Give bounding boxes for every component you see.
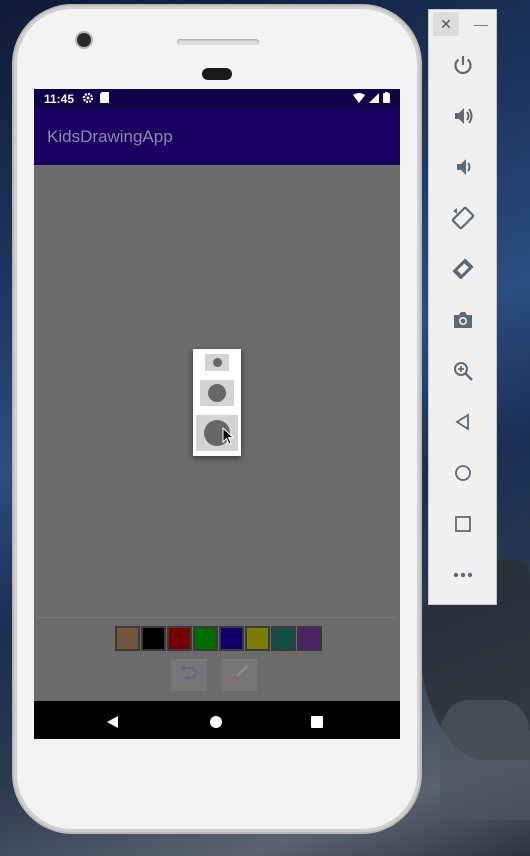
nav-back-icon[interactable] (107, 716, 118, 728)
undo-icon (178, 662, 200, 689)
camera-icon[interactable] (446, 303, 480, 337)
brush-button[interactable] (221, 659, 257, 691)
nav-home-icon[interactable] (210, 716, 222, 728)
phone-speaker (177, 39, 259, 45)
color-swatch[interactable] (271, 626, 296, 651)
background-rock (440, 700, 530, 820)
close-icon[interactable]: ✕ (433, 12, 459, 36)
divider (36, 617, 396, 618)
color-swatch[interactable] (141, 626, 166, 651)
brush-size-medium-button[interactable] (200, 380, 234, 406)
medium-brush-dot (208, 384, 226, 402)
back-icon[interactable] (446, 405, 480, 439)
power-icon[interactable] (446, 48, 480, 82)
color-swatch[interactable] (297, 626, 322, 651)
settings-icon (82, 92, 94, 107)
color-swatch[interactable] (245, 626, 270, 651)
mouse-cursor-icon (222, 426, 235, 450)
phone-earpiece (202, 68, 232, 80)
wifi-icon (353, 92, 365, 106)
home-icon[interactable] (446, 456, 480, 490)
color-swatch[interactable] (219, 626, 244, 651)
volume-down-icon[interactable] (446, 150, 480, 184)
app-bar: KidsDrawingApp (34, 109, 400, 165)
battery-icon (383, 92, 390, 106)
front-camera (77, 33, 91, 47)
rotate-left-icon[interactable] (446, 201, 480, 235)
navigation-bar (34, 701, 400, 739)
undo-button[interactable] (171, 659, 207, 691)
color-swatch[interactable] (115, 626, 140, 651)
small-brush-dot (212, 358, 222, 367)
app-title: KidsDrawingApp (47, 127, 173, 146)
color-palette (115, 626, 322, 651)
minimize-icon[interactable]: — (474, 16, 488, 32)
nav-recents-icon[interactable] (311, 716, 323, 728)
status-bar: 11:45 (34, 89, 400, 109)
more-icon[interactable] (446, 558, 480, 592)
status-time: 11:45 (44, 92, 75, 106)
tool-bar (171, 659, 257, 691)
brush-icon (228, 662, 250, 689)
zoom-icon[interactable] (446, 354, 480, 388)
overview-icon[interactable] (446, 507, 480, 541)
brush-size-small-button[interactable] (205, 354, 229, 371)
rotate-right-icon[interactable] (446, 252, 480, 286)
sd-card-icon (100, 92, 110, 106)
emulator-toolbar: ✕ — (428, 9, 497, 605)
signal-icon (369, 92, 379, 106)
volume-up-icon[interactable] (446, 99, 480, 133)
controls-area (34, 620, 400, 701)
color-swatch[interactable] (167, 626, 192, 651)
color-swatch[interactable] (193, 626, 218, 651)
